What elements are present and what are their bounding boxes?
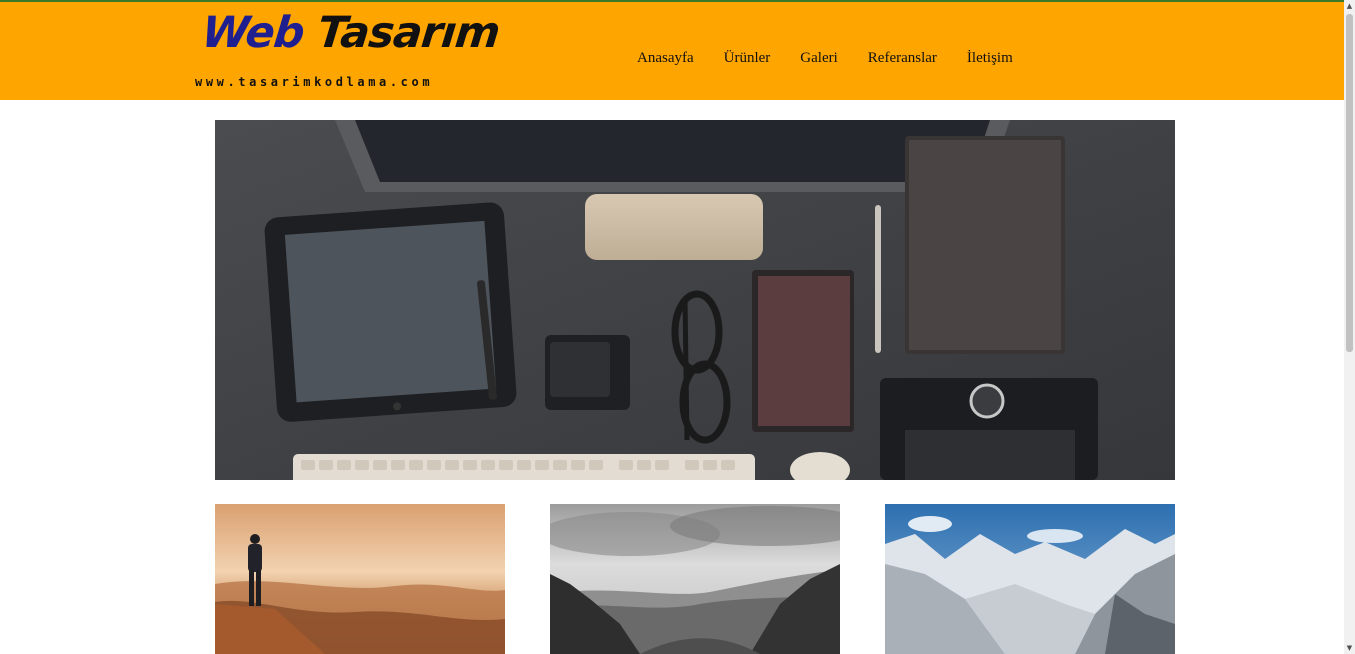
snow-mountains-photo [885,504,1175,654]
hero-image [215,120,1175,480]
sunset-coast-photo [215,504,505,654]
logo-subtitle: www.tasarimkodlama.com [195,75,434,89]
desk-workspace-photo [215,120,1175,480]
logo-title-part2: Tasarım [300,8,502,58]
page-scrollbar[interactable]: ▲ ▼ [1344,0,1355,654]
nav-item-galeri[interactable]: Galeri [785,48,852,68]
main-nav: Anasayfa Ürünler Galeri Referanslar İlet… [622,48,1028,68]
nav-item-iletisim[interactable]: İletişim [952,48,1028,68]
nav-item-referanslar[interactable]: Referanslar [853,48,952,68]
nav-item-urunler[interactable]: Ürünler [709,48,786,68]
scroll-down-arrow-icon[interactable]: ▼ [1344,642,1355,654]
site-logo[interactable]: Web Tasarım [199,8,501,58]
scroll-up-arrow-icon[interactable]: ▲ [1344,0,1355,12]
nav-item-anasayfa[interactable]: Anasayfa [622,48,709,68]
gallery-image-coast[interactable] [215,504,505,654]
logo-title: Web Tasarım [199,8,501,58]
bw-valley-photo [550,504,840,654]
logo-title-part1: Web [199,8,307,58]
site-header: Web Tasarım www.tasarimkodlama.com Anasa… [0,0,1344,100]
gallery-image-mountains[interactable] [885,504,1175,654]
gallery-image-valley[interactable] [550,504,840,654]
scrollbar-thumb[interactable] [1346,14,1353,352]
